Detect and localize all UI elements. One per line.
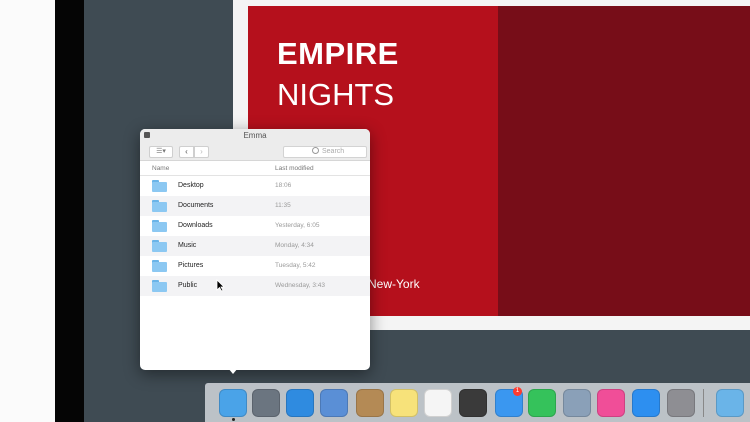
window-title: Emma	[243, 131, 267, 140]
poster-city: New-York	[368, 277, 420, 291]
system-preferences-icon[interactable]	[667, 389, 695, 417]
facetime-icon[interactable]	[528, 389, 556, 417]
window-titlebar: Emma	[140, 129, 370, 143]
column-modified-header[interactable]: Last modified	[275, 165, 314, 172]
row-name: Pictures	[178, 262, 204, 269]
dock-separator	[703, 389, 704, 417]
row-modified: Wednesday, 3:43	[275, 282, 325, 289]
finder-row[interactable]: Music Monday, 4:34	[140, 236, 370, 256]
notes-icon[interactable]	[390, 389, 418, 417]
contacts-icon[interactable]	[356, 389, 384, 417]
mouse-cursor-icon	[216, 279, 225, 292]
row-modified: 18:06	[275, 182, 292, 189]
row-modified: Monday, 4:34	[275, 242, 314, 249]
mail-icon[interactable]	[320, 389, 348, 417]
search-placeholder: Search	[322, 148, 345, 155]
safari-icon[interactable]	[286, 389, 314, 417]
finder-running-indicator	[232, 418, 235, 421]
column-header: Name Last modified	[140, 161, 370, 176]
finder-row[interactable]: Public Wednesday, 3:43	[140, 276, 370, 296]
folder-icon	[152, 180, 167, 192]
folder-icon	[152, 220, 167, 232]
finder-toolbar: ☰▾ ‹ › Search	[140, 143, 370, 161]
folder-icon	[152, 200, 167, 212]
itunes-icon[interactable]	[597, 389, 625, 417]
search-input[interactable]: Search	[283, 146, 367, 158]
poster-dark-panel	[498, 6, 750, 316]
view-options-button[interactable]: ☰▾	[149, 146, 173, 158]
chevron-right-icon: ›	[200, 147, 203, 156]
downloads-folder-icon[interactable]	[716, 389, 744, 417]
screen-bezel	[55, 0, 84, 422]
poster-title-line1: EMPIRE	[277, 36, 399, 71]
back-button[interactable]: ‹	[179, 146, 194, 158]
left-background	[0, 0, 55, 422]
column-name-header[interactable]: Name	[152, 165, 169, 172]
app-store-icon[interactable]	[632, 389, 660, 417]
preview-icon[interactable]	[563, 389, 591, 417]
popover-arrow	[228, 368, 238, 374]
folder-icon	[152, 260, 167, 272]
finder-row[interactable]: Documents 11:35	[140, 196, 370, 216]
row-name: Music	[178, 242, 197, 249]
row-name: Public	[178, 282, 198, 289]
row-name: Documents	[178, 202, 214, 209]
finder-icon[interactable]	[219, 389, 247, 417]
row-modified: Tuesday, 5:42	[275, 262, 316, 269]
finder-row[interactable]: Pictures Tuesday, 5:42	[140, 256, 370, 276]
row-name: Desktop	[178, 182, 204, 189]
folder-icon	[152, 280, 167, 292]
reminders-icon[interactable]	[424, 389, 452, 417]
folder-icon	[152, 240, 167, 252]
finder-row[interactable]: Desktop 18:06	[140, 176, 370, 196]
poster-title-line2: NIGHTS	[277, 77, 395, 112]
finder-row[interactable]: Downloads Yesterday, 6:05	[140, 216, 370, 236]
siri-icon[interactable]	[459, 389, 487, 417]
finder-popover: Emma ☰▾ ‹ › Search Name Last modified De…	[140, 129, 370, 370]
launchpad-icon[interactable]	[252, 389, 280, 417]
window-icon	[144, 132, 150, 138]
forward-button[interactable]: ›	[194, 146, 209, 158]
chevron-left-icon: ‹	[185, 147, 188, 156]
row-modified: Yesterday, 6:05	[275, 222, 320, 229]
row-name: Downloads	[178, 222, 213, 229]
search-icon	[312, 147, 319, 154]
messages-badge: 1	[513, 387, 522, 396]
row-modified: 11:35	[275, 202, 291, 209]
